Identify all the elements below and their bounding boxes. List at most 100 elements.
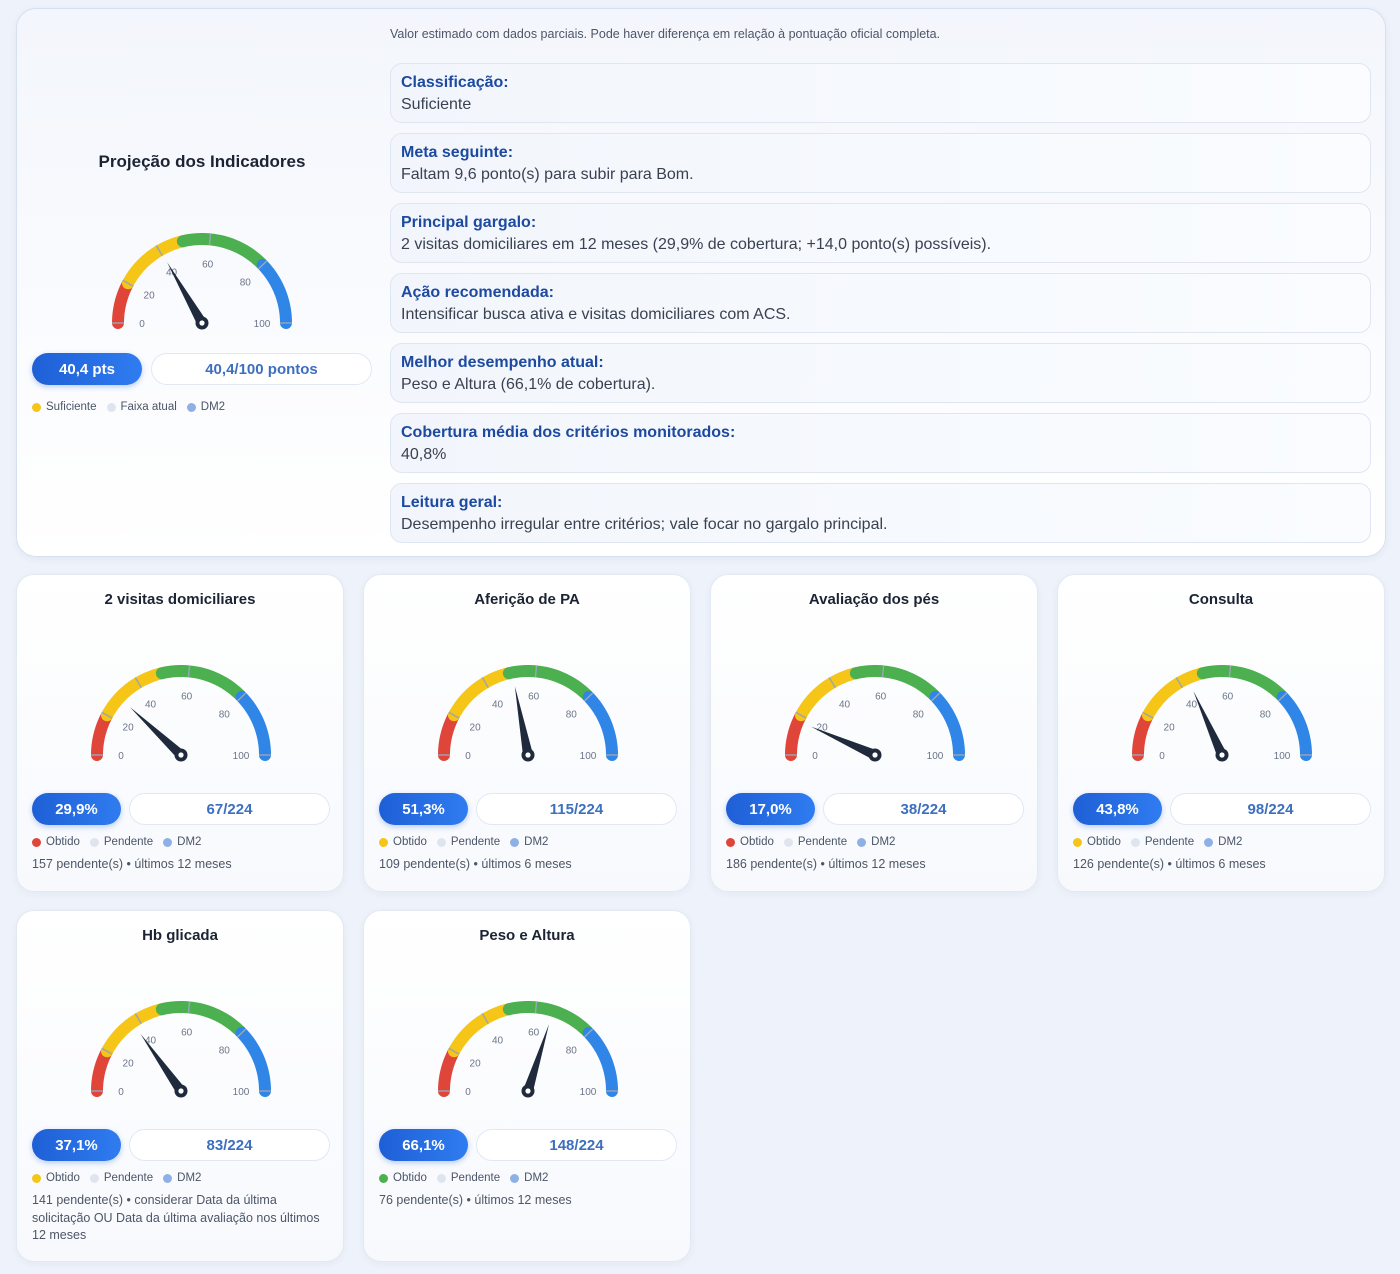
percent-pill: 43,8% <box>1073 793 1162 825</box>
info-value: Suficiente <box>401 96 472 113</box>
legend-dot <box>510 1173 520 1183</box>
count-pill: 115/224 <box>476 793 677 825</box>
gauge-tick-label: 20 <box>144 291 156 302</box>
legend-label: Pendente <box>450 1172 501 1184</box>
gauge-band-green <box>155 1000 248 1039</box>
legend-dot <box>726 837 735 847</box>
percent-pill: 51,3% <box>379 793 468 825</box>
indicator-title: Aferição de PA <box>474 591 580 608</box>
legend-item: Obtido <box>32 1172 80 1184</box>
gauge-band-red <box>1132 709 1155 761</box>
gauge-tick-label: 100 <box>233 751 250 762</box>
gauge-band-red <box>438 1045 461 1097</box>
indicator-legend: Obtido Pendente DM2 <box>1073 836 1242 848</box>
legend-dot <box>1204 837 1214 847</box>
gauge-svg: 020406080100 <box>91 664 271 762</box>
legend-item: Obtido <box>726 836 774 848</box>
gauge-band-green <box>155 664 248 703</box>
gauge-svg: 020406080100 <box>438 664 618 762</box>
info-label: Leitura geral: <box>401 494 503 511</box>
gauge-tick-label: 40 <box>145 699 157 710</box>
legend-label: Faixa atual <box>120 401 177 413</box>
legend-item: Obtido <box>379 1172 427 1184</box>
summary-card: Projeção dos Indicadores 0 20 40 60 80 100 40… <box>16 8 1386 557</box>
legend-item: DM2 <box>510 1172 548 1184</box>
gauge-tick-label: 60 <box>528 691 540 702</box>
info-value: Intensificar busca ativa e visitas domic… <box>401 306 791 323</box>
percent-pill: 66,1% <box>379 1129 468 1161</box>
legend-label: Pendente <box>797 836 848 848</box>
legend-item: Obtido <box>1073 836 1121 848</box>
gauge-tick-label: 100 <box>927 751 944 762</box>
info-value: 40,8% <box>401 446 447 463</box>
legend-dot <box>379 837 388 847</box>
indicator-gauge: 0 20 40 60 80 100 <box>783 663 967 778</box>
legend-label: Obtido <box>393 1172 427 1184</box>
gauge-tick-label: 0 <box>139 319 145 330</box>
legend-label: DM2 <box>200 401 226 413</box>
gauge-svg: 020406080100 <box>785 664 965 762</box>
legend-item: DM2 <box>857 836 895 848</box>
legend-item: Pendente <box>783 836 848 848</box>
legend-item: Pendente <box>89 836 154 848</box>
gauge-tick-label: 0 <box>1159 751 1165 762</box>
legend-label: Pendente <box>103 1172 154 1184</box>
legend-item: DM2 <box>163 836 201 848</box>
legend-label: DM2 <box>1218 836 1243 848</box>
info-average-coverage: Cobertura média dos critérios monitorado… <box>390 413 1371 473</box>
gauge-band-red <box>112 277 135 329</box>
legend-label: Obtido <box>740 836 774 848</box>
indicator-card: 2 visitas domiciliares 0 20 40 60 80 100 29,9… <box>16 574 344 892</box>
indicator-footer: 126 pendente(s) • últimos 6 meses <box>1073 857 1266 871</box>
legend-item: Pendente <box>89 1172 154 1184</box>
indicator-gauge: 0 20 40 60 80 100 <box>436 999 620 1114</box>
legend-item: DM2 <box>1204 836 1242 848</box>
indicator-title: Peso e Altura <box>479 927 575 944</box>
gauge-tick-label: 100 <box>1274 751 1291 762</box>
legend-label: Obtido <box>393 836 427 848</box>
legend-dot <box>106 402 116 412</box>
legend-label: Pendente <box>103 836 154 848</box>
indicator-gauge: 0 20 40 60 80 100 <box>436 663 620 778</box>
indicator-gauge: 0 20 40 60 80 100 <box>89 663 273 778</box>
info-classification: Classificação: Suficiente <box>390 63 1371 123</box>
gauge-hub-center <box>525 1088 531 1094</box>
indicator-legend: Obtido Pendente DM2 <box>379 836 548 848</box>
gauge-tick-label: 40 <box>492 1035 504 1046</box>
gauge-band-red <box>91 709 114 761</box>
gauge-needle <box>140 1033 186 1094</box>
indicator-legend: Obtido Pendente DM2 <box>726 836 895 848</box>
gauge-tick-label: 80 <box>219 710 231 721</box>
legend-dot <box>163 1173 173 1183</box>
indicator-title: Avaliação dos pés <box>808 591 940 608</box>
indicator-card: Hb glicada 0 20 40 60 80 100 37,1% 83/224 Obt… <box>16 910 344 1262</box>
gauge-band-blue <box>582 1026 618 1097</box>
legend-dot <box>89 837 99 847</box>
gauge-band-red <box>91 1045 114 1097</box>
gauge-band-red <box>785 709 808 761</box>
score-pill: 40,4 pts <box>32 353 142 385</box>
indicator-title: Consulta <box>1188 591 1254 608</box>
gauge-tick-label: 60 <box>202 259 214 270</box>
gauge-band-blue <box>256 258 292 329</box>
gauge-tick-label: 0 <box>812 751 818 762</box>
percent-pill: 37,1% <box>32 1129 121 1161</box>
legend-dot <box>436 1173 446 1183</box>
gauge-hub-center <box>199 320 205 326</box>
gauge-svg: 020406080100 <box>91 1000 271 1098</box>
indicator-card: Consulta 0 20 40 60 80 100 43,8% 98/224 Obtid… <box>1057 574 1385 892</box>
indicator-card: Aferição de PA 0 20 40 60 80 100 51,3% 115/22… <box>363 574 691 892</box>
info-label: Principal gargalo: <box>401 214 537 231</box>
legend-label: Pendente <box>1144 836 1195 848</box>
legend-label: DM2 <box>524 1172 549 1184</box>
legend-dot <box>1130 837 1140 847</box>
info-label: Melhor desempenho atual: <box>401 354 604 371</box>
indicator-footer: 76 pendente(s) • últimos 12 meses <box>379 1193 572 1207</box>
gauge-tick-label: 20 <box>470 723 482 734</box>
gauge-tick-label: 0 <box>465 1087 471 1098</box>
legend-dot <box>32 1173 41 1183</box>
gauge-tick-label: 20 <box>123 1059 135 1070</box>
info-recommended-action: Ação recomendada: Intensificar busca ati… <box>390 273 1371 333</box>
count-pill: 148/224 <box>476 1129 677 1161</box>
indicator-legend: Obtido Pendente DM2 <box>32 1172 201 1184</box>
